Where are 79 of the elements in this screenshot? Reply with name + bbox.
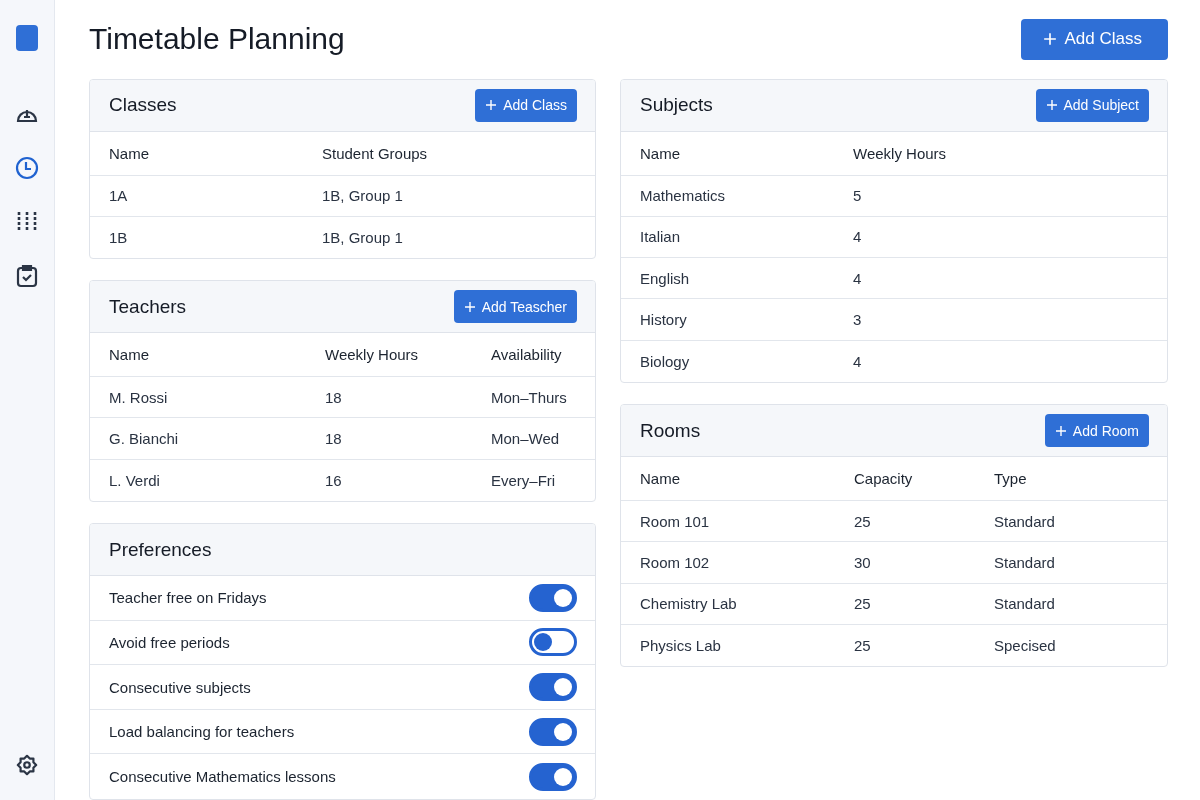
table-cell-text: 1A [109,187,129,205]
clipboard-icon [16,264,38,288]
column-header: Name [109,346,150,364]
table-cell-text: 25 [854,512,872,530]
table-cell-text: 1B [109,229,129,246]
table-cell-text: 4 [853,352,863,370]
table-cell-text: Room 102 [640,553,711,571]
add-button[interactable]: Add Teascher [453,290,577,324]
clock-icon [15,156,39,180]
preference-label: Load balancing for teachers [109,723,295,741]
table-cell-text: 25 [854,637,872,655]
toggle-switch[interactable] [529,673,577,701]
column-header: Name [640,144,681,162]
plus-icon [1045,99,1058,112]
table-cell-text: Standard [994,553,1056,571]
table-cell-text: 18 [325,430,343,448]
add-button[interactable]: Add Class [475,88,577,122]
page-title: Timetable Planning [89,22,345,57]
plus-icon [1042,32,1057,47]
table-cell-text: 1B, Group 1 [322,187,404,205]
toggle-switch[interactable] [529,583,577,612]
preference-label: Consecutive subjects [109,678,251,696]
column-header: Capacity [854,470,914,488]
card-title: Teachers [109,295,187,318]
logo-icon [16,25,38,51]
table-cell-text: L. Verdi [109,471,161,489]
toggle-switch[interactable] [529,762,577,791]
table-cell-text: Mon–Wed [491,430,561,448]
nav-item[interactable] [14,155,40,181]
table-cell-text: 4 [853,228,863,246]
table-cell-text: Standard [994,512,1056,530]
plus-icon [1054,424,1067,437]
table-cell-text: Standard [994,595,1056,613]
toggle-switch[interactable] [529,717,577,746]
table-cell-text: History [640,311,688,329]
card-title: Classes [109,94,177,117]
preference-label: Teacher free on Fridays [109,589,267,607]
column-header: Weekly Hours [853,144,948,162]
table-cell-text: 18 [325,388,343,406]
table-cell-text: 25 [854,595,872,613]
column-header: Student Groups [322,144,429,162]
table-cell-text: Every–Fri [491,471,557,489]
preference-label: Consecutive Mathematics lessons [109,768,336,786]
table-cell-text: G. Bianchi [109,430,180,448]
card-title: Preferences [109,538,212,561]
table-cell-text: English [640,269,691,287]
table-cell-text: Physics Lab [640,637,722,655]
plus-icon [485,99,498,112]
table-cell-text: Chemistry Lab [640,595,738,613]
table-cell-text: 5 [853,187,863,205]
column-header: Weekly Hours [325,346,420,364]
nav-item[interactable] [14,263,40,289]
column-header: Availability [491,346,563,364]
settings-icon [16,754,38,776]
add-button[interactable]: Add Subject [1035,88,1149,122]
table-cell-text: Mon–Thurs [491,388,568,406]
plus-icon [463,300,476,313]
table-cell-text: Biology [640,352,691,370]
toggle-switch[interactable] [529,628,577,657]
table-cell-text: 30 [854,553,872,571]
table-cell-text: Specised [994,637,1057,655]
columns-icon [16,211,38,233]
card-title: Subjects [640,94,713,117]
table-cell-text: Mathematics [640,187,727,205]
column-header: Type [994,470,1028,488]
add-button[interactable]: Add Room [1044,414,1149,448]
table-cell-text: Room 101 [640,512,711,530]
settings-button[interactable] [14,752,40,778]
table-cell-text: 3 [853,311,863,329]
table-cell-text: M. Rossi [109,388,169,406]
column-header: Name [640,470,681,488]
preference-label: Avoid free periods [109,633,230,651]
table-cell-text: 16 [325,471,343,489]
column-header: Name [109,144,150,162]
table-cell-text: 4 [853,269,863,287]
table-cell-text: Italian [640,228,682,246]
card-title: Rooms [640,419,701,442]
add-class-button[interactable]: Add Class [1020,18,1168,60]
table-cell-text: 1B, Group 1 [322,229,404,246]
